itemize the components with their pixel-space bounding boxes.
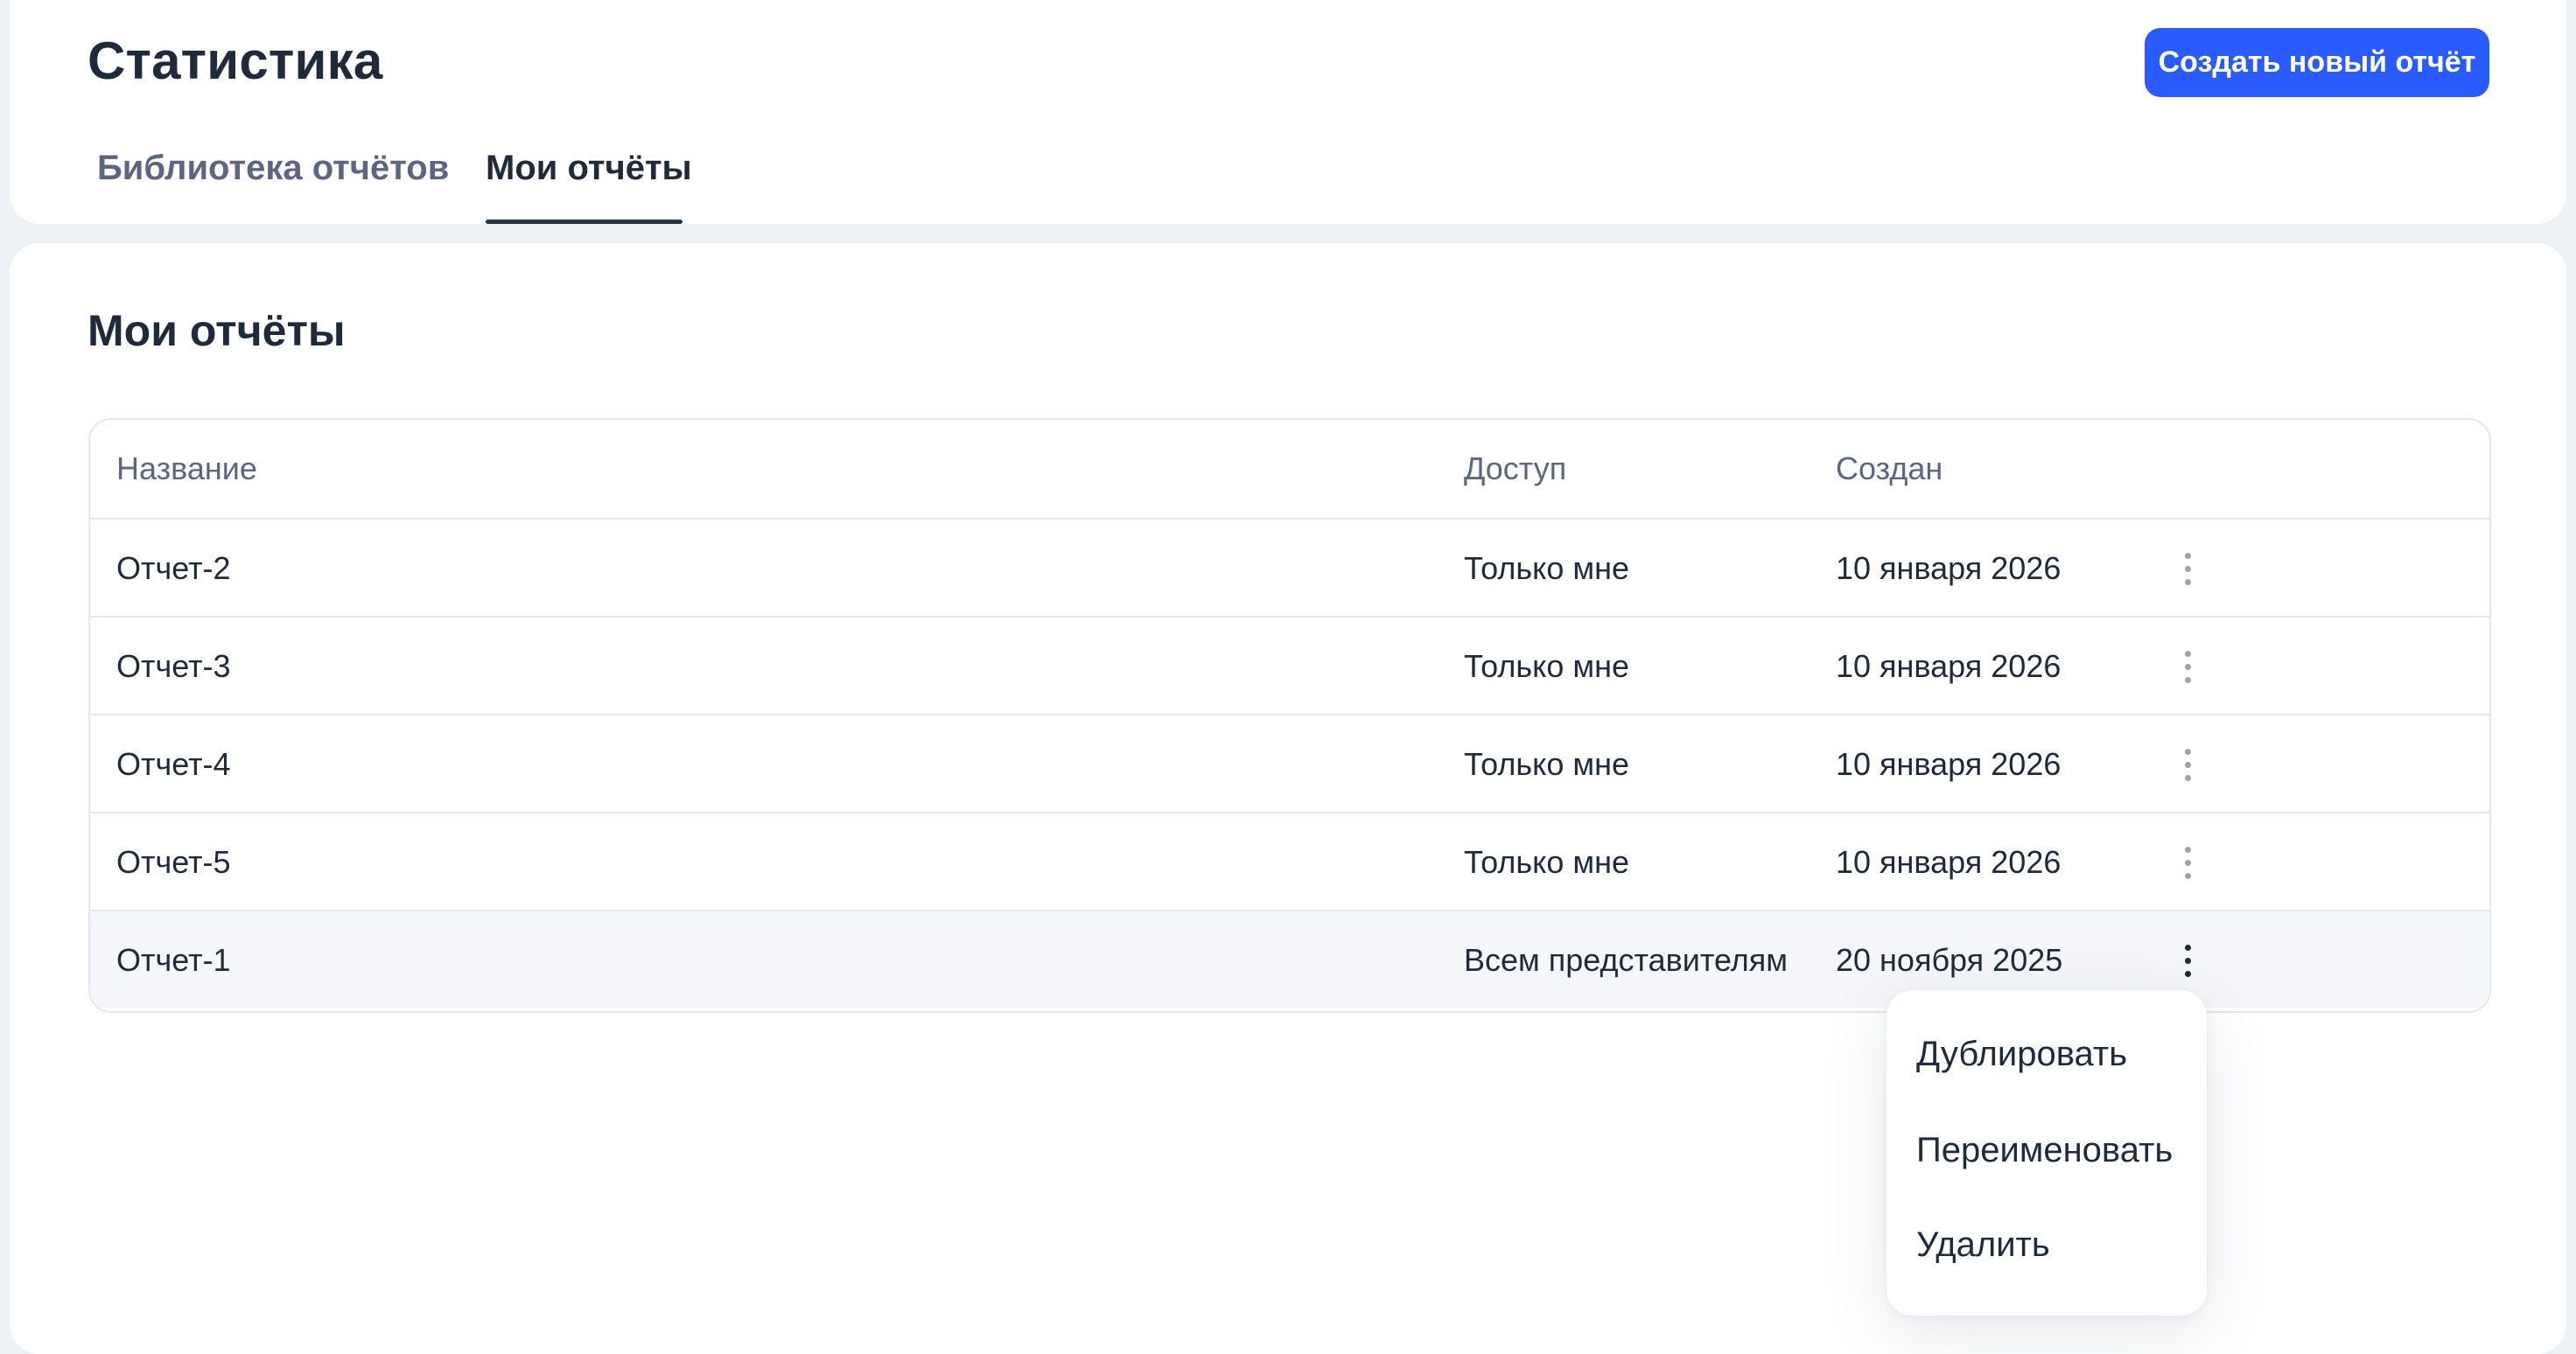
report-access: Только мне	[1464, 550, 1629, 586]
tabs: Библиотека отчётов Мои отчёты	[10, 0, 2566, 224]
report-name[interactable]: Отчет-3	[116, 618, 231, 715]
table-row[interactable]: Отчет-4 Только мне 10 января 2026	[90, 714, 2489, 812]
row-menu-button[interactable]	[2148, 813, 2227, 911]
column-header-created[interactable]: Создан	[1836, 420, 1942, 518]
row-menu-button[interactable]	[2148, 520, 2227, 618]
table-row[interactable]: Отчет-3 Только мне 10 января 2026	[90, 616, 2489, 714]
kebab-vertical-icon	[2184, 650, 2191, 683]
tab-my-reports[interactable]: Мои отчёты	[486, 146, 692, 225]
header-card: Статистика Создать новый отчёт Библиотек…	[10, 0, 2566, 224]
kebab-vertical-icon	[2184, 944, 2191, 977]
row-menu-button[interactable]	[2148, 715, 2227, 813]
report-access: Всем представителям	[1464, 942, 1788, 978]
row-menu-button[interactable]	[2148, 618, 2227, 715]
tab-library[interactable]: Библиотека отчётов	[97, 146, 449, 225]
table-row[interactable]: Отчет-5 Только мне 10 января 2026	[90, 812, 2489, 910]
report-created: 10 января 2026	[1836, 844, 2062, 880]
kebab-vertical-icon	[2184, 552, 2191, 585]
table-row[interactable]: Отчет-2 Только мне 10 января 2026	[90, 518, 2489, 616]
report-name[interactable]: Отчет-1	[116, 911, 231, 1009]
row-actions-menu: Дублировать Переименовать Удалить	[1886, 990, 2207, 1316]
report-created: 10 января 2026	[1836, 746, 2062, 782]
column-header-access[interactable]: Доступ	[1464, 420, 1566, 518]
menu-item-delete[interactable]: Удалить	[1916, 1223, 2050, 1267]
column-header-name[interactable]: Название	[116, 420, 257, 518]
menu-item-duplicate[interactable]: Дублировать	[1916, 1032, 2127, 1076]
active-tab-indicator	[486, 220, 682, 224]
kebab-vertical-icon	[2184, 846, 2191, 879]
report-name[interactable]: Отчет-4	[116, 715, 231, 813]
section-title: Мои отчёты	[88, 306, 346, 355]
kebab-vertical-icon	[2184, 748, 2191, 781]
report-name[interactable]: Отчет-5	[116, 813, 231, 911]
menu-item-rename[interactable]: Переименовать	[1916, 1128, 2173, 1172]
report-created: 10 января 2026	[1836, 648, 2062, 684]
report-access: Только мне	[1464, 648, 1629, 684]
report-access: Только мне	[1464, 746, 1629, 782]
report-created: 10 января 2026	[1836, 550, 2062, 586]
reports-table: Название Доступ Создан Отчет-2 Только мн…	[88, 418, 2491, 1013]
table-header-row: Название Доступ Создан	[90, 420, 2489, 518]
report-access: Только мне	[1464, 844, 1629, 880]
report-name[interactable]: Отчет-2	[116, 520, 231, 618]
